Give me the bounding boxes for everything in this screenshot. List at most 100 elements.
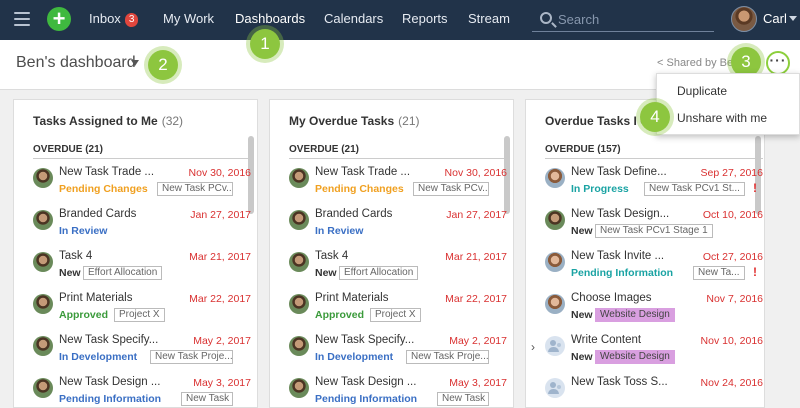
task-name[interactable]: New Task Trade ... — [59, 166, 177, 178]
project-tag[interactable]: Project X — [114, 308, 165, 322]
task-due-date: Jan 27, 2017 — [190, 209, 251, 221]
hamburger-menu-icon[interactable] — [14, 12, 30, 28]
dashboard-dropdown-caret-icon[interactable] — [131, 60, 139, 66]
task-row[interactable]: Branded Cards Jan 27, 2017 In Review — [289, 204, 507, 246]
task-row[interactable]: Write Content Nov 10, 2016 New Website Desi… — [545, 330, 763, 372]
panel-title[interactable]: My Overdue Tasks (21) — [289, 114, 420, 128]
task-name[interactable]: New Task Specify... — [59, 334, 177, 346]
task-row[interactable]: Task 4 Mar 21, 2017 New Effort Allocation — [289, 246, 507, 288]
task-status[interactable]: New — [571, 309, 593, 321]
task-row[interactable]: Print Materials Mar 22, 2017 Approved Proje… — [33, 288, 251, 330]
task-name[interactable]: New Task Design ... — [59, 376, 177, 388]
project-tag[interactable]: New Task — [437, 392, 489, 406]
task-status[interactable]: New — [571, 351, 593, 363]
task-status[interactable]: Pending Information — [59, 393, 161, 405]
task-name[interactable]: Branded Cards — [315, 208, 433, 220]
task-status[interactable]: In Review — [59, 225, 107, 237]
task-row[interactable]: New Task Trade ... Nov 30, 2016 Pending Ch… — [33, 162, 251, 204]
task-row[interactable]: New Task Design... Oct 10, 2016 New New Tas… — [545, 204, 763, 246]
task-status[interactable]: New — [59, 267, 81, 279]
project-tag[interactable]: New Task — [181, 392, 233, 406]
dashboard-title[interactable]: Ben's dashboard — [16, 54, 136, 72]
project-tag[interactable]: New Task PCv1 Stage 1 — [595, 224, 713, 238]
task-row[interactable]: New Task Design ... May 3, 2017 Pending In… — [33, 372, 251, 407]
panel-title[interactable]: Tasks Assigned to Me (32) — [33, 114, 183, 128]
project-tag[interactable]: New Task PCv... — [413, 182, 489, 196]
project-tag[interactable]: New Task Proje... — [150, 350, 233, 364]
task-row[interactable]: New Task Specify... May 2, 2017 In Develop… — [289, 330, 507, 372]
task-status[interactable]: Pending Information — [571, 267, 673, 279]
nav-item-stream[interactable]: Stream — [468, 0, 510, 40]
task-row[interactable]: New Task Trade ... Nov 30, 2016 Pending Ch… — [289, 162, 507, 204]
project-tag[interactable]: New Ta... — [693, 266, 745, 280]
task-name[interactable]: Task 4 — [315, 250, 433, 262]
task-row[interactable]: New Task Toss S... Nov 24, 2016 — [545, 372, 763, 407]
project-tag[interactable]: Effort Allocation — [339, 266, 419, 280]
task-name[interactable]: New Task Toss S... — [571, 376, 689, 388]
task-name[interactable]: New Task Invite ... — [571, 250, 689, 262]
task-status[interactable]: New — [571, 225, 593, 237]
task-due-date: Sep 27, 2016 — [700, 167, 763, 179]
chevron-right-icon[interactable]: › — [531, 340, 535, 354]
options-menu: Duplicate Unshare with me — [656, 73, 800, 135]
project-tag[interactable]: New Task Proje... — [406, 350, 489, 364]
task-row[interactable]: New Task Specify... May 2, 2017 In Develop… — [33, 330, 251, 372]
task-row[interactable]: New Task Invite ... Oct 27, 2016 Pending I… — [545, 246, 763, 288]
assignee-avatar — [545, 210, 565, 230]
panel-count: (32) — [161, 114, 184, 128]
task-status[interactable]: Pending Changes — [59, 183, 148, 195]
user-avatar[interactable] — [731, 6, 757, 32]
nav-item-reports[interactable]: Reports — [402, 0, 448, 40]
task-name[interactable]: New Task Define... — [571, 166, 689, 178]
task-status[interactable]: Pending Information — [315, 393, 417, 405]
divider — [33, 158, 251, 159]
create-new-button[interactable]: + — [47, 7, 71, 31]
search-input[interactable] — [558, 9, 708, 29]
assignee-avatar — [33, 378, 53, 398]
task-name[interactable]: Print Materials — [59, 292, 177, 304]
task-row[interactable]: Branded Cards Jan 27, 2017 In Review — [33, 204, 251, 246]
task-row[interactable]: Choose Images Nov 7, 2016 New Website Desig… — [545, 288, 763, 330]
user-name[interactable]: Carl — [763, 0, 787, 38]
project-tag[interactable]: Website Design — [595, 350, 675, 364]
task-status[interactable]: Pending Changes — [315, 183, 404, 195]
project-tag[interactable]: Website Design — [595, 308, 675, 322]
panel-overdue-tasks: My Overdue Tasks (21) OVERDUE (21) New Task… — [269, 99, 514, 408]
task-status[interactable]: In Review — [315, 225, 363, 237]
task-row[interactable]: New Task Define... Sep 27, 2016 In Progres… — [545, 162, 763, 204]
task-name[interactable]: New Task Trade ... — [315, 166, 433, 178]
menu-item-unshare[interactable]: Unshare with me — [677, 111, 767, 125]
task-name[interactable]: New Task Design ... — [315, 376, 433, 388]
menu-item-duplicate[interactable]: Duplicate — [677, 84, 727, 98]
nav-item-calendars[interactable]: Calendars — [324, 0, 383, 40]
task-status[interactable]: In Development — [315, 351, 393, 363]
task-row[interactable]: Print Materials Mar 22, 2017 Approved Proje… — [289, 288, 507, 330]
task-name[interactable]: New Task Design... — [571, 208, 689, 220]
nav-item-inbox[interactable]: Inbox 3 — [89, 0, 139, 40]
search-box — [532, 8, 714, 32]
task-name[interactable]: New Task Specify... — [315, 334, 433, 346]
project-tag[interactable]: Effort Allocation — [83, 266, 163, 280]
project-tag[interactable]: New Task PCv1 St... — [644, 182, 745, 196]
chevron-down-icon[interactable] — [789, 16, 797, 21]
assignee-avatar — [545, 168, 565, 188]
task-name[interactable]: Write Content — [571, 334, 689, 346]
task-status[interactable]: Approved — [315, 309, 364, 321]
project-tag[interactable]: New Task PCv... — [157, 182, 233, 196]
task-row[interactable]: Task 4 Mar 21, 2017 New Effort Allocation — [33, 246, 251, 288]
task-status[interactable]: In Progress — [571, 183, 629, 195]
assignee-avatar — [289, 336, 309, 356]
task-name[interactable]: Branded Cards — [59, 208, 177, 220]
task-status[interactable]: Approved — [59, 309, 108, 321]
task-name[interactable]: Choose Images — [571, 292, 689, 304]
task-name[interactable]: Print Materials — [315, 292, 433, 304]
task-status[interactable]: In Development — [59, 351, 137, 363]
task-row[interactable]: New Task Design ... May 3, 2017 Pending In… — [289, 372, 507, 407]
panel-title-text: Overdue Tasks I Cr — [545, 114, 654, 128]
task-due-date: Mar 22, 2017 — [445, 293, 507, 305]
task-status[interactable]: New — [315, 267, 337, 279]
project-tag[interactable]: Project X — [370, 308, 421, 322]
more-options-button[interactable]: ··· — [766, 51, 790, 75]
task-name[interactable]: Task 4 — [59, 250, 177, 262]
nav-item-my-work[interactable]: My Work — [163, 0, 214, 40]
